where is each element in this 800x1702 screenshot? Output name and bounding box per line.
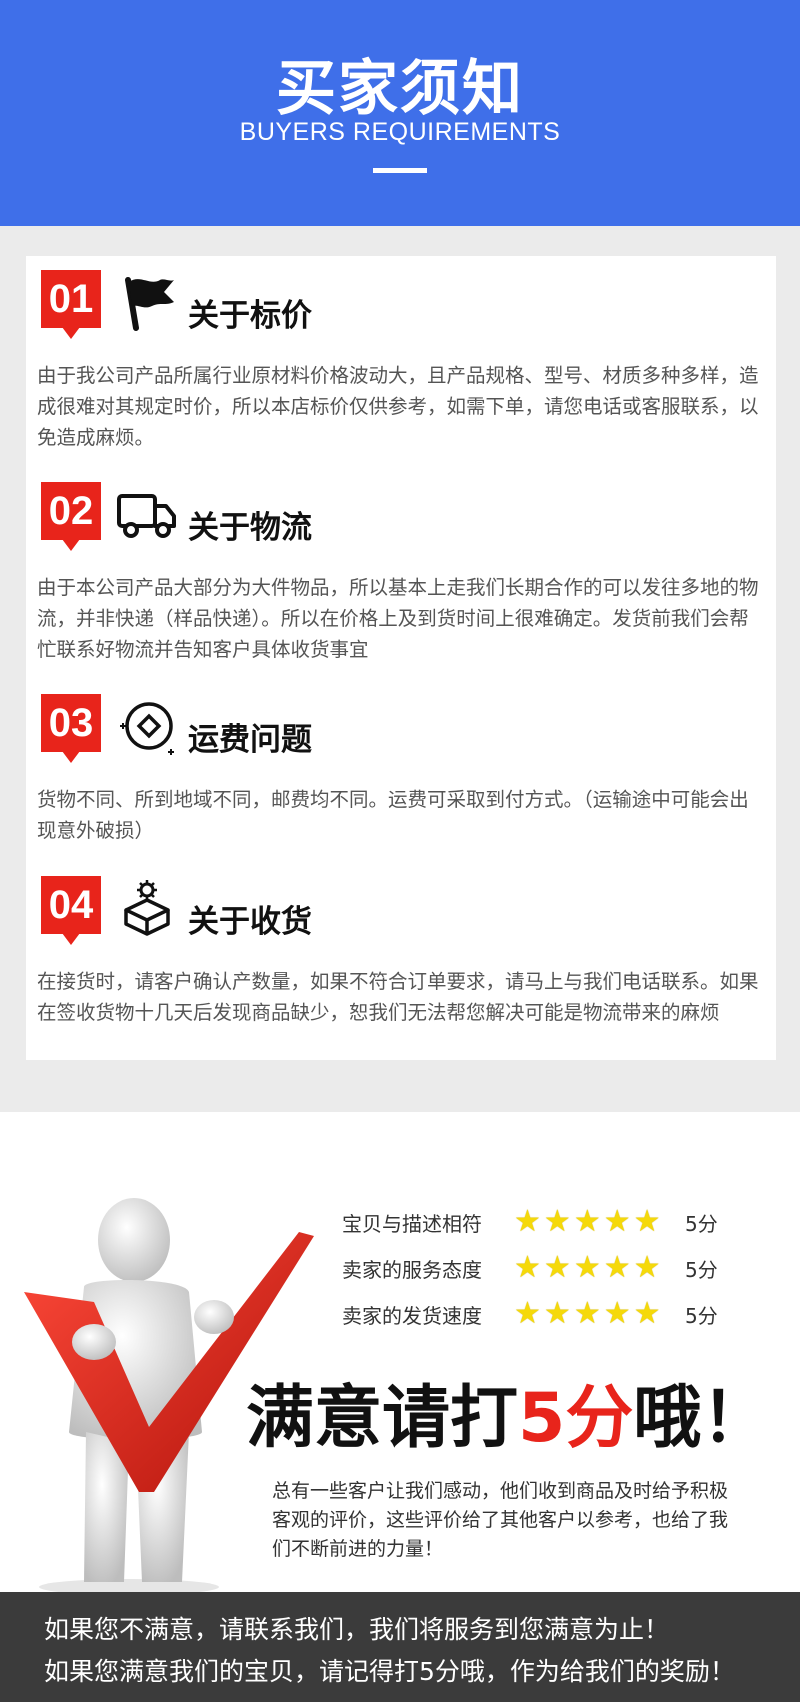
footer-line: 如果您满意我们的宝贝，请记得打5分哦，作为给我们的奖励！ bbox=[44, 1657, 735, 1686]
star-icon: ★ bbox=[543, 1296, 571, 1331]
rating-score: 5分 bbox=[685, 1304, 718, 1328]
section-title: 关于物流 bbox=[188, 510, 312, 546]
footer-line: 如果您不满意，请联系我们，我们将服务到您满意为止！ bbox=[44, 1615, 670, 1644]
section-number-badge: 03 bbox=[41, 694, 101, 764]
section-number-badge: 01 bbox=[41, 270, 101, 340]
section-text: 在接货时，请客户确认产数量，如果不符合订单要求，请马上与我们电话联系。如果在签收… bbox=[37, 970, 759, 1024]
star-icon: ★ bbox=[603, 1204, 631, 1239]
star-icon: ★ bbox=[514, 1296, 541, 1331]
star-icon: ★ bbox=[633, 1250, 661, 1285]
title-divider bbox=[373, 168, 427, 173]
section-number-badge: 04 bbox=[41, 876, 101, 946]
rating-label: 宝贝与描述相符 bbox=[342, 1212, 482, 1236]
star-icon: ★ bbox=[514, 1250, 541, 1285]
truck-icon bbox=[117, 494, 176, 538]
rating-panel: 宝贝与描述相符 ★ ★ ★ ★ ★ 5分 卖家的服务态度 ★ ★ ★ ★ ★ 5分 卖家的发货速… bbox=[0, 1112, 800, 1592]
thank-you-note: 总有一些客户让我们感动，他们收到商品及时给予积极客观的评价，这些评价给了其他客户… bbox=[272, 1480, 729, 1560]
section-title: 运费问题 bbox=[188, 722, 312, 758]
section-title: 关于收货 bbox=[188, 904, 312, 940]
star-icon: ★ bbox=[573, 1204, 601, 1239]
star-icon: ★ bbox=[633, 1204, 661, 1239]
coin-icon bbox=[120, 702, 174, 755]
rating-row: 卖家的服务态度 ★ ★ ★ ★ ★ 5分 bbox=[342, 1250, 772, 1286]
star-icon: ★ bbox=[603, 1250, 631, 1285]
flag-icon bbox=[125, 277, 174, 331]
star-icon: ★ bbox=[543, 1204, 571, 1239]
rating-score: 5分 bbox=[685, 1212, 718, 1236]
star-icon: ★ bbox=[543, 1250, 571, 1285]
rating-row: 卖家的发货速度 ★ ★ ★ ★ ★ 5分 bbox=[342, 1296, 772, 1332]
star-icon: ★ bbox=[633, 1296, 661, 1331]
header-banner: 买家须知 BUYERS REQUIREMENTS bbox=[0, 0, 800, 226]
section-text: 货物不同、所到地域不同，邮费均不同。运费可采取到付方式。（运输途中可能会出现意外… bbox=[37, 788, 749, 842]
star-icon: ★ bbox=[514, 1204, 541, 1239]
section-text: 由于本公司产品大部分为大件物品，所以基本上走我们长期合作的可以发往多地的物流，并… bbox=[37, 576, 759, 661]
notice-card: 01 关于标价 由于我公司产品所属行业原材料价格波动大，且产品规格、型号、材质多… bbox=[26, 256, 776, 1060]
star-icon: ★ bbox=[603, 1296, 631, 1331]
star-rating: ★ ★ ★ ★ ★ bbox=[514, 1296, 664, 1331]
rating-label: 卖家的发货速度 bbox=[342, 1304, 482, 1328]
package-icon bbox=[124, 880, 170, 936]
rating-row: 宝贝与描述相符 ★ ★ ★ ★ ★ 5分 bbox=[342, 1204, 772, 1240]
star-rating: ★ ★ ★ ★ ★ bbox=[514, 1204, 664, 1239]
page-title: 买家须知 bbox=[276, 54, 524, 124]
section-text: 由于我公司产品所属行业原材料价格波动大，且产品规格、型号、材质多种多样，造成很难… bbox=[37, 364, 759, 449]
star-icon: ★ bbox=[573, 1250, 601, 1285]
rating-score: 5分 bbox=[685, 1258, 718, 1282]
star-rating: ★ ★ ★ ★ ★ bbox=[514, 1250, 664, 1285]
section-number-badge: 02 bbox=[41, 482, 101, 552]
footer-banner: 如果您不满意，请联系我们，我们将服务到您满意为止！ 如果您满意我们的宝贝，请记得… bbox=[0, 1592, 800, 1702]
section-title: 关于标价 bbox=[188, 298, 312, 334]
rating-label: 卖家的服务态度 bbox=[342, 1258, 482, 1282]
rating-slogan: 满意请打5分哦！ bbox=[246, 1379, 770, 1458]
page-subtitle: BUYERS REQUIREMENTS bbox=[239, 118, 561, 146]
star-icon: ★ bbox=[573, 1296, 601, 1331]
